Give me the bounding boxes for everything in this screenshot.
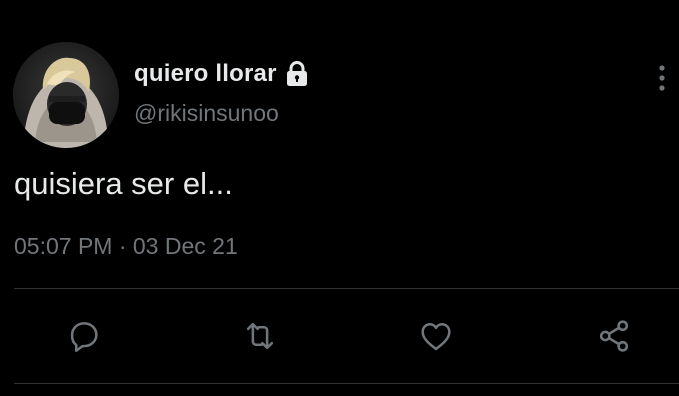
share-icon — [599, 320, 629, 352]
reply-icon — [70, 322, 98, 352]
divider — [14, 288, 679, 289]
avatar[interactable] — [13, 42, 119, 148]
more-vertical-icon[interactable] — [655, 60, 669, 98]
display-name[interactable]: quiero llorar — [134, 60, 277, 88]
tweet-timestamp[interactable]: 05:07 PM · 03 Dec 21 — [14, 233, 238, 260]
share-button[interactable] — [594, 316, 634, 356]
heart-icon — [421, 323, 451, 351]
retweet-button[interactable] — [240, 316, 280, 356]
tweet-text: quisiera ser el... — [14, 166, 233, 201]
retweet-icon — [246, 322, 274, 350]
lock-icon — [285, 61, 309, 87]
tweet-card: quiero llorar @rikisinsunoo quisiera ser… — [0, 0, 679, 396]
avatar-image — [13, 42, 119, 148]
reply-button[interactable] — [64, 316, 104, 356]
username-handle[interactable]: @rikisinsunoo — [134, 100, 279, 127]
divider — [14, 383, 679, 384]
like-button[interactable] — [416, 316, 456, 356]
author-name-row: quiero llorar — [134, 58, 309, 90]
